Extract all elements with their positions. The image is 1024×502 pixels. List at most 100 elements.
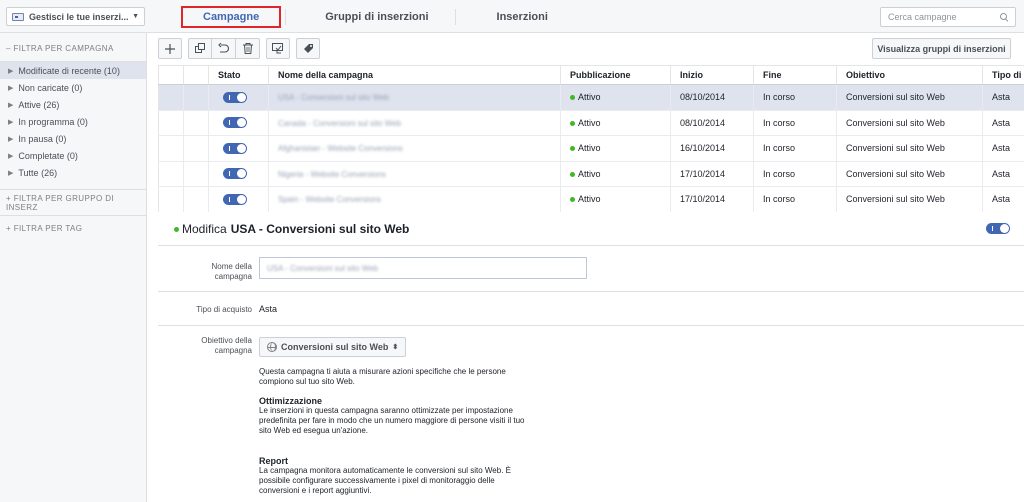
row-flag-cell xyxy=(183,135,209,162)
delete-button[interactable] xyxy=(236,38,260,59)
filter-label: In programma (0) xyxy=(18,116,88,127)
campaign-name-cell[interactable]: Spain - Website Conversions xyxy=(268,186,561,212)
row-checkbox-cell[interactable] xyxy=(158,186,184,212)
undo-button[interactable] xyxy=(212,38,236,59)
status-cell xyxy=(208,186,269,212)
row-checkbox-cell[interactable] xyxy=(158,84,184,111)
tab-campaigns[interactable]: Campagne xyxy=(181,5,282,28)
end-cell: In corso xyxy=(753,84,837,111)
adgroup-filter-heading[interactable]: + FILTRA PER GRUPPO DI INSERZ xyxy=(0,189,146,215)
status-toggle[interactable] xyxy=(223,117,247,129)
column-header-objective[interactable]: Obiettivo xyxy=(836,65,983,85)
objective-description: Questa campagna ti aiuta a misurare azio… xyxy=(259,367,506,386)
manage-ads-dropdown[interactable]: Gestisci le tue inserzi... ▼ xyxy=(6,7,145,26)
start-cell: 17/10/2014 xyxy=(670,186,754,212)
campaign-name-cell[interactable]: Canada - Conversioni sul sito Web xyxy=(268,110,561,136)
column-header-delivery[interactable]: Pubblicazione xyxy=(560,65,671,85)
edit-title-prefix: Modifica xyxy=(182,222,227,236)
status-toggle[interactable] xyxy=(223,168,247,180)
tag-button[interactable] xyxy=(296,38,320,59)
end-cell: In corso xyxy=(753,110,837,136)
row-checkbox-cell[interactable] xyxy=(158,135,184,162)
row-flag-cell xyxy=(183,186,209,212)
status-cell xyxy=(208,110,269,136)
table-row[interactable]: Spain - Website Conversions Attivo 17/10… xyxy=(158,186,1024,212)
objective-selector[interactable]: Conversioni sul sito Web ⬍ xyxy=(259,337,407,357)
campaign-search[interactable] xyxy=(880,7,1016,27)
filter-scheduled[interactable]: ▶ In programma (0) xyxy=(0,113,146,130)
filter-active[interactable]: ▶ Attive (26) xyxy=(0,96,146,113)
campaign-name-cell[interactable]: Nigeria - Website Conversions xyxy=(268,161,561,187)
campaign-name-value: USA - Conversioni sul sito Web xyxy=(267,263,379,273)
view-ad-sets-button[interactable]: Visualizza gruppi di inserzioni xyxy=(872,38,1011,59)
filter-paused[interactable]: ▶ In pausa (0) xyxy=(0,130,146,147)
table-row[interactable]: Nigeria - Website Conversions Attivo 17/… xyxy=(158,161,1024,187)
column-header-buy-type[interactable]: Tipo di a xyxy=(982,65,1024,85)
divider xyxy=(158,325,1024,326)
status-cell xyxy=(208,84,269,111)
end-cell: In corso xyxy=(753,161,837,187)
divider xyxy=(158,291,1024,292)
column-header-name[interactable]: Nome della campagna xyxy=(268,65,561,85)
table-row[interactable]: Canada - Conversioni sul sito Web Attivo… xyxy=(158,110,1024,136)
filter-label: Attive (26) xyxy=(18,99,60,110)
delivery-cell: Attivo xyxy=(560,161,671,187)
start-cell: 08/10/2014 xyxy=(670,110,754,136)
row-checkbox-cell[interactable] xyxy=(158,161,184,187)
search-input[interactable] xyxy=(888,12,1000,22)
search-icon[interactable] xyxy=(1000,13,1008,21)
buy-type-cell: Asta xyxy=(982,161,1024,187)
flag-column xyxy=(183,65,209,85)
delivery-cell: Attivo xyxy=(560,84,671,111)
column-header-status[interactable]: Stato xyxy=(208,65,269,85)
select-all-column[interactable] xyxy=(158,65,184,85)
column-header-start[interactable]: Inizio xyxy=(670,65,754,85)
duplicate-button[interactable] xyxy=(188,38,212,59)
tab-ad-sets[interactable]: Gruppi di inserzioni xyxy=(285,6,454,28)
active-dot-icon xyxy=(570,197,575,203)
filter-all[interactable]: ▶ Tutte (26) xyxy=(0,164,146,181)
campaign-filter-heading[interactable]: – FILTRA PER CAMPAGNA xyxy=(0,36,146,62)
triangle-right-icon: ▶ xyxy=(8,67,14,75)
campaign-status-toggle[interactable] xyxy=(986,223,1010,234)
status-toggle[interactable] xyxy=(223,193,247,205)
start-cell: 16/10/2014 xyxy=(670,135,754,162)
export-button[interactable] xyxy=(266,38,290,59)
delivery-cell: Attivo xyxy=(560,186,671,212)
end-cell: In corso xyxy=(753,186,837,212)
triangle-right-icon: ▶ xyxy=(8,84,14,92)
edit-panel-title: Modifica USA - Conversioni sul sito Web xyxy=(174,222,409,236)
buy-type-cell: Asta xyxy=(982,135,1024,162)
globe-icon xyxy=(267,342,277,352)
buy-type-cell: Asta xyxy=(982,186,1024,212)
filter-completed[interactable]: ▶ Completate (0) xyxy=(0,147,146,164)
triangle-right-icon: ▶ xyxy=(8,135,14,143)
campaign-name-label: Nome della campagna xyxy=(211,262,252,281)
column-header-end[interactable]: Fine xyxy=(753,65,837,85)
objective-label: Obiettivo della campagna xyxy=(201,336,252,355)
campaign-name-field[interactable]: USA - Conversioni sul sito Web xyxy=(259,257,587,279)
top-bar: Gestisci le tue inserzi... ▼ Campagne Gr… xyxy=(0,0,1024,33)
row-flag-cell xyxy=(183,110,209,136)
filter-not-uploaded[interactable]: ▶ Non caricate (0) xyxy=(0,79,146,96)
campaign-name-cell[interactable]: USA - Conversioni sul sito Web xyxy=(268,84,561,111)
active-dot-icon xyxy=(174,226,179,232)
buy-type-label: Tipo di acquisto xyxy=(196,305,252,314)
create-campaign-button[interactable] xyxy=(158,38,182,59)
tab-ads[interactable]: Inserzioni xyxy=(454,6,574,28)
tag-filter-heading[interactable]: + FILTRA PER TAG xyxy=(0,215,146,241)
campaign-name-cell[interactable]: Afghanistan - Website Conversions xyxy=(268,135,561,162)
status-toggle[interactable] xyxy=(223,142,247,154)
row-checkbox-cell[interactable] xyxy=(158,110,184,136)
delivery-cell: Attivo xyxy=(560,110,671,136)
duplicate-icon xyxy=(194,43,205,53)
status-cell xyxy=(208,135,269,162)
filter-sidebar: – FILTRA PER CAMPAGNA ▶ Modificate di rec… xyxy=(0,33,147,502)
status-toggle[interactable] xyxy=(223,91,247,103)
filter-recently-edited[interactable]: ▶ Modificate di recente (10) xyxy=(0,62,146,79)
ads-manager-icon xyxy=(12,12,24,21)
table-row[interactable]: USA - Conversioni sul sito Web Attivo 08… xyxy=(158,84,1024,111)
active-dot-icon xyxy=(570,171,575,177)
campaigns-table: Stato Nome della campagna Pubblicazione … xyxy=(158,65,1024,212)
table-row[interactable]: Afghanistan - Website Conversions Attivo… xyxy=(158,135,1024,162)
